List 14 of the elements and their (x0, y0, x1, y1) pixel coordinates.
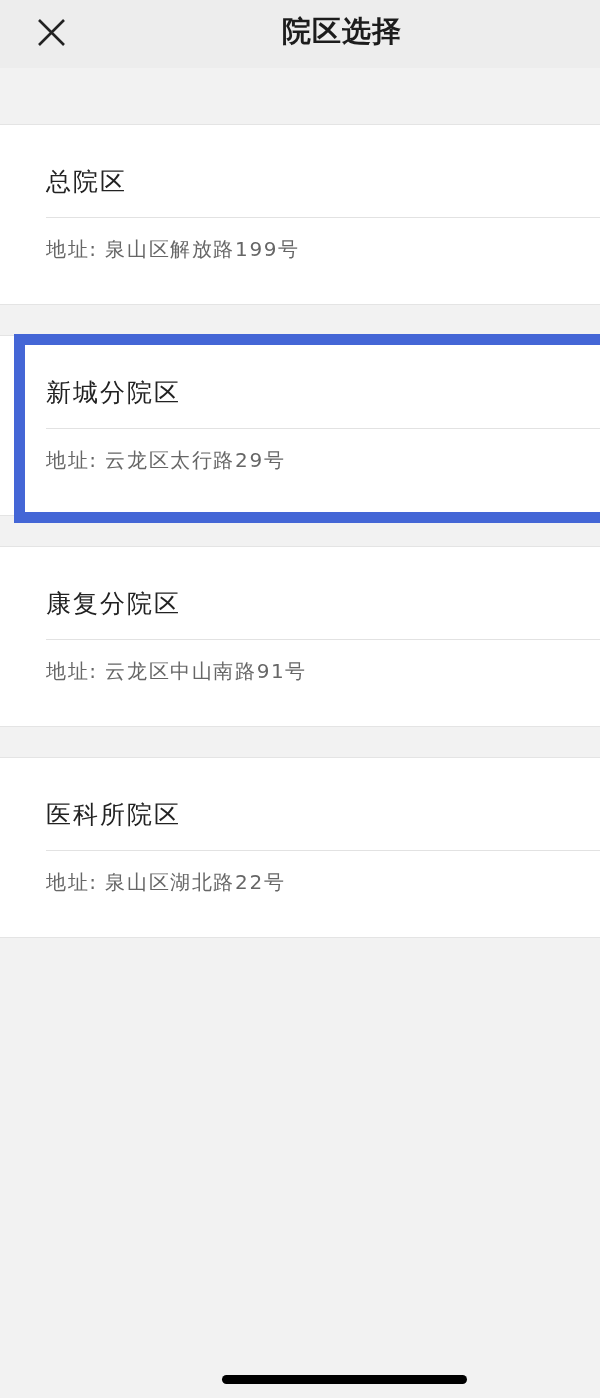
campus-name: 总院区 (46, 167, 127, 197)
campus-address: 地址: 云龙区中山南路91号 (46, 658, 307, 685)
campus-card[interactable]: 康复分院区 地址: 云龙区中山南路91号 (0, 546, 600, 727)
close-button[interactable] (38, 18, 65, 46)
campus-name: 康复分院区 (46, 589, 181, 619)
campus-address: 地址: 泉山区解放路199号 (46, 236, 300, 263)
campus-address: 地址: 云龙区太行路29号 (46, 447, 286, 474)
campus-card[interactable]: 医科所院区 地址: 泉山区湖北路22号 (0, 757, 600, 938)
campus-name: 新城分院区 (46, 378, 181, 408)
campus-card[interactable]: 总院区 地址: 泉山区解放路199号 (0, 124, 600, 305)
campus-name: 医科所院区 (46, 800, 181, 830)
campus-address: 地址: 泉山区湖北路22号 (46, 869, 286, 896)
close-icon (38, 18, 65, 46)
page-title: 院区选择 (282, 14, 402, 48)
